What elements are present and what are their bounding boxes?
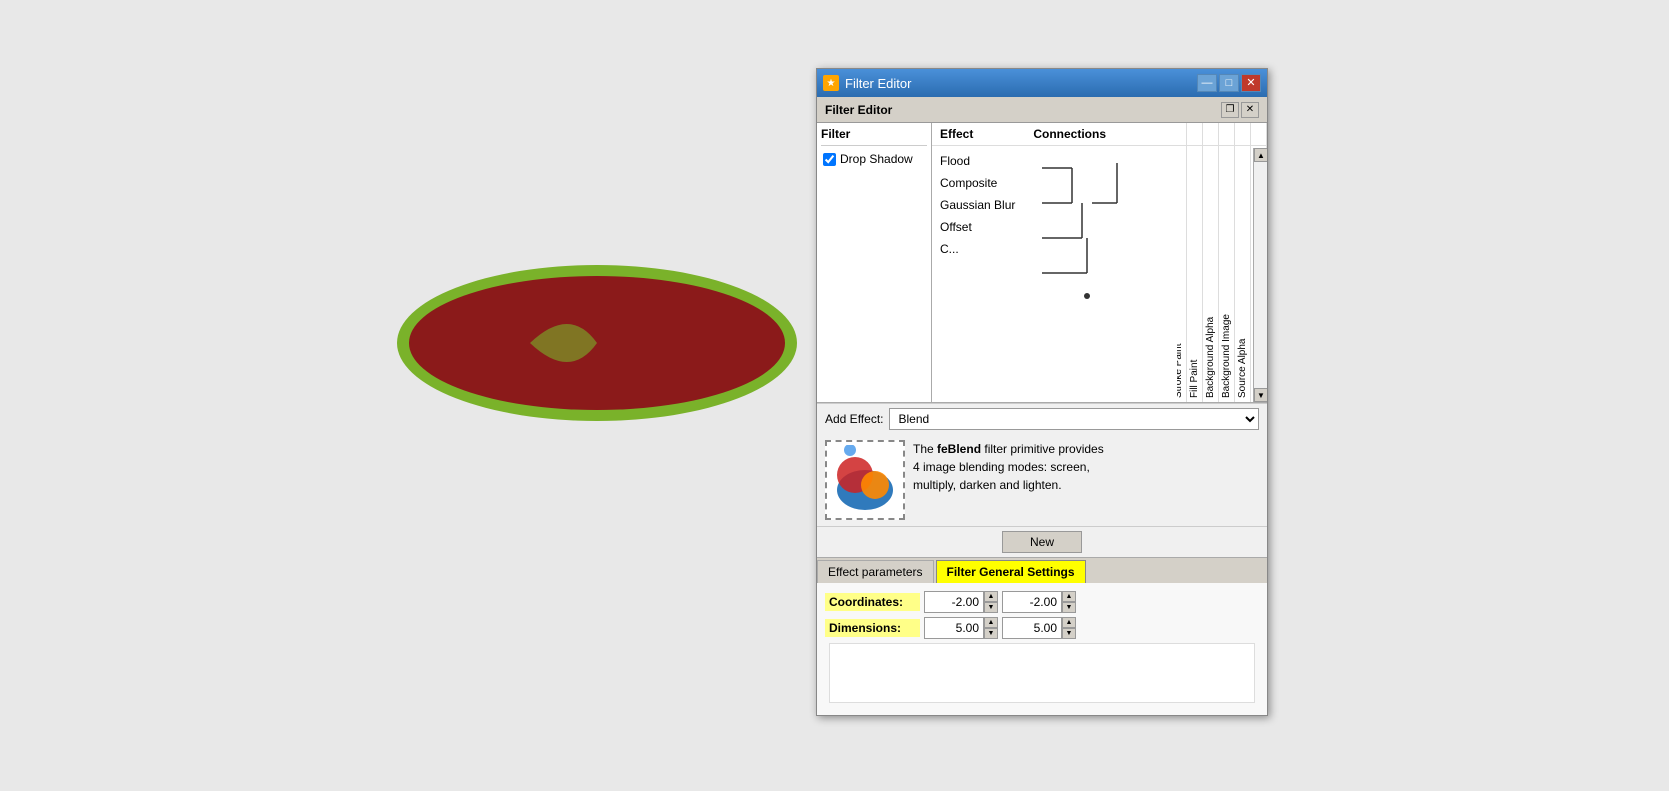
bean-shape: [390, 255, 805, 430]
window-controls: — □ ✕: [1197, 74, 1261, 92]
dimensions-w-up[interactable]: ▲: [984, 617, 998, 628]
coordinates-x-up[interactable]: ▲: [984, 591, 998, 602]
panel-title: Filter Editor: [825, 103, 892, 117]
window-titlebar: ★ Filter Editor — □ ✕: [817, 69, 1267, 97]
dimensions-h-up[interactable]: ▲: [1062, 617, 1076, 628]
fe-blend-bold: feBlend: [937, 442, 981, 456]
scroll-down-button[interactable]: ▼: [1254, 388, 1267, 402]
panel-header: Filter Editor ❐ ✕: [817, 97, 1267, 123]
blend-preview: [825, 440, 905, 520]
col-header-fill-paint: Fill Paint: [1187, 123, 1203, 402]
new-btn-row: New: [817, 526, 1267, 557]
filter-checkbox-dropshadow[interactable]: [823, 153, 836, 166]
coordinates-x-input[interactable]: [924, 591, 984, 613]
coordinates-y-down[interactable]: ▼: [1062, 602, 1076, 613]
dimensions-h-down[interactable]: ▼: [1062, 628, 1076, 639]
preview-desc-row: The feBlend filter primitive provides 4 …: [817, 434, 1267, 526]
col-header-source-alpha: Source Alpha: [1235, 123, 1251, 402]
effect-flood[interactable]: Flood: [940, 150, 1167, 172]
dimensions-w-spinner: ▲ ▼: [984, 617, 998, 639]
panel-body: Filter Drop Shadow Effect Connections St…: [817, 123, 1267, 715]
blend-description: The feBlend filter primitive provides 4 …: [913, 440, 1104, 520]
filter-editor-window: ★ Filter Editor — □ ✕ Filter Editor ❐ ✕: [816, 68, 1268, 716]
col-header-bg-alpha: Background Alpha: [1203, 123, 1219, 402]
dimensions-h-group: ▲ ▼: [1002, 617, 1076, 639]
effect-offset[interactable]: Offset: [940, 216, 1167, 238]
add-effect-label: Add Effect:: [825, 412, 883, 426]
coordinates-row: Coordinates: ▲ ▼ ▲ ▼: [825, 591, 1259, 613]
filter-item-dropshadow[interactable]: Drop Shadow: [821, 150, 927, 168]
filter-item-label: Drop Shadow: [840, 152, 913, 166]
coordinates-y-input[interactable]: [1002, 591, 1062, 613]
maximize-button[interactable]: □: [1219, 74, 1239, 92]
filter-list: Filter Drop Shadow: [817, 123, 932, 402]
coordinates-label: Coordinates:: [825, 593, 920, 611]
filter-list-header: Filter: [821, 127, 927, 146]
tab-effect-parameters[interactable]: Effect parameters: [817, 560, 934, 583]
dimensions-w-group: ▲ ▼: [924, 617, 998, 639]
coordinates-y-group: ▲ ▼: [1002, 591, 1076, 613]
connections-header-label: Connections: [1033, 127, 1106, 141]
col-header-stroke-paint: Stroke Paint: [1177, 123, 1187, 402]
dimensions-label: Dimensions:: [825, 619, 920, 637]
scrollbar: ▲ ▼: [1253, 148, 1267, 402]
effect-header-label: Effect: [940, 127, 973, 141]
coordinates-x-spinner: ▲ ▼: [984, 591, 998, 613]
coordinates-y-spinner: ▲ ▼: [1062, 591, 1076, 613]
dimensions-row: Dimensions: ▲ ▼ ▲ ▼: [825, 617, 1259, 639]
canvas-area: ★ Filter Editor — □ ✕ Filter Editor ❐ ✕: [0, 0, 1669, 791]
effect-c[interactable]: C...: [940, 238, 1167, 260]
tab-content-filter-general: Coordinates: ▲ ▼ ▲ ▼: [817, 583, 1267, 715]
window-title: Filter Editor: [845, 76, 911, 91]
panel-close-button[interactable]: ✕: [1241, 102, 1259, 118]
dimensions-w-input[interactable]: [924, 617, 984, 639]
coordinates-x-group: ▲ ▼: [924, 591, 998, 613]
window-close-button[interactable]: ✕: [1241, 74, 1261, 92]
dimensions-h-spinner: ▲ ▼: [1062, 617, 1076, 639]
effect-gaussian-blur[interactable]: Gaussian Blur: [940, 194, 1167, 216]
dimensions-h-input[interactable]: [1002, 617, 1062, 639]
coordinates-x-down[interactable]: ▼: [984, 602, 998, 613]
title-left: ★ Filter Editor: [823, 75, 911, 91]
dimensions-w-down[interactable]: ▼: [984, 628, 998, 639]
settings-empty-area: [829, 643, 1255, 703]
add-effect-row: Add Effect: Blend Composite Flood Gaussi…: [817, 403, 1267, 434]
scroll-track: [1254, 162, 1267, 388]
coordinates-y-up[interactable]: ▲: [1062, 591, 1076, 602]
col-header-bg-image: Background Image: [1219, 123, 1235, 402]
effect-composite[interactable]: Composite: [940, 172, 1167, 194]
add-effect-select[interactable]: Blend Composite Flood Gaussian Blur Offs…: [889, 408, 1259, 430]
new-button[interactable]: New: [1002, 531, 1082, 553]
tabs-row: Effect parameters Filter General Setting…: [817, 557, 1267, 583]
scroll-up-button[interactable]: ▲: [1254, 148, 1267, 162]
effect-connections: Effect Connections Stroke Paint Fill Pai…: [932, 123, 1267, 402]
filter-effect-area: Filter Drop Shadow Effect Connections St…: [817, 123, 1267, 403]
panel-restore-button[interactable]: ❐: [1221, 102, 1239, 118]
panel-controls: ❐ ✕: [1221, 102, 1259, 118]
app-icon: ★: [823, 75, 839, 91]
minimize-button[interactable]: —: [1197, 74, 1217, 92]
tab-filter-general-settings[interactable]: Filter General Settings: [936, 560, 1086, 583]
